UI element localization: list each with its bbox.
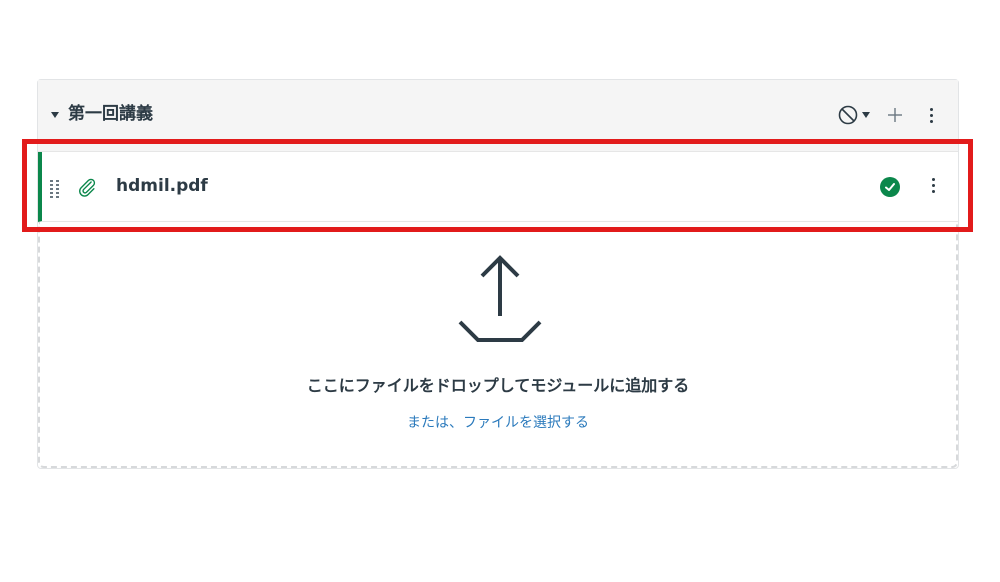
add-item-button[interactable]: [884, 104, 906, 126]
upload-icon: [458, 255, 542, 342]
plus-icon: [888, 108, 902, 122]
module-item-row[interactable]: hdmil.pdf: [38, 152, 958, 222]
module-header-actions: [837, 102, 942, 128]
select-file-link[interactable]: または、ファイルを選択する: [40, 412, 956, 432]
paperclip-icon: [79, 178, 96, 197]
kebab-icon: [929, 107, 933, 123]
published-check-icon[interactable]: [880, 177, 900, 197]
unpublished-circle-icon: [838, 105, 858, 125]
file-drop-zone[interactable]: ここにファイルをドロップしてモジュールに追加する または、ファイルを選択する: [38, 222, 958, 468]
drop-instructions: ここにファイルをドロップしてモジュールに追加する: [306, 376, 690, 395]
item-options-button[interactable]: [922, 174, 944, 196]
chevron-down-icon: [862, 112, 870, 118]
module-container: 第一回講義 hdmil.pdf ここにファイルをドロップしてモジュールに追加する…: [37, 79, 959, 469]
drag-handle-icon[interactable]: [50, 180, 60, 198]
module-title: 第一回講義: [68, 104, 153, 124]
publish-toggle-button[interactable]: [837, 104, 870, 126]
caret-down-icon[interactable]: [50, 110, 60, 120]
kebab-icon: [931, 177, 935, 193]
item-title-link[interactable]: hdmil.pdf: [116, 174, 208, 198]
module-options-button[interactable]: [920, 104, 942, 126]
module-header: 第一回講義: [38, 80, 958, 152]
check-icon: [885, 183, 895, 191]
